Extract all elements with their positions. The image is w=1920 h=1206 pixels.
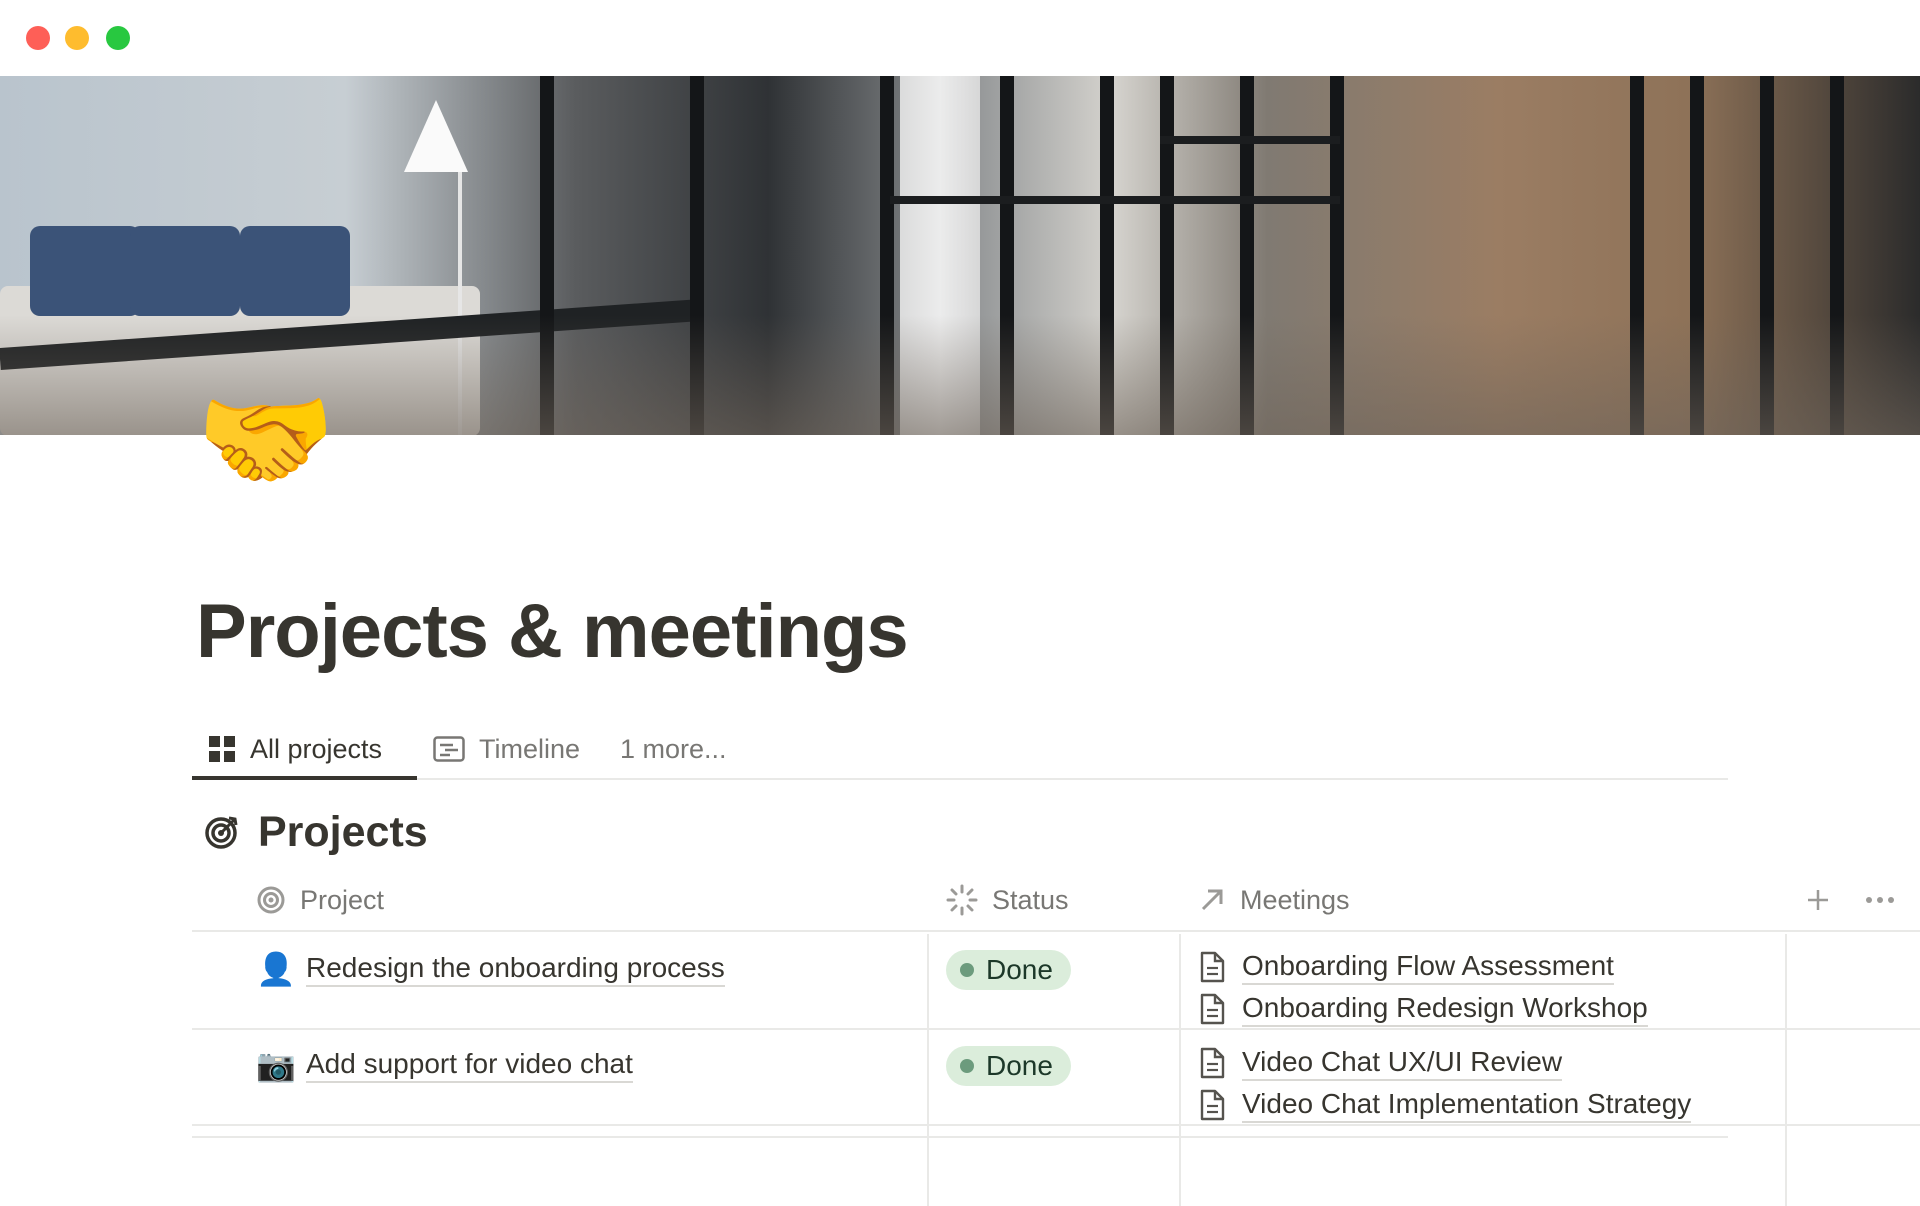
tab-label: All projects (250, 733, 383, 764)
timeline-icon (433, 736, 465, 762)
minimize-window-button[interactable] (65, 26, 89, 50)
arrow-up-right-icon (1198, 886, 1226, 914)
database-title[interactable]: Projects (204, 804, 428, 860)
page-title[interactable]: Projects & meetings (196, 588, 909, 675)
maximize-window-button[interactable] (106, 26, 130, 50)
document-icon (1198, 1047, 1226, 1079)
column-label: Meetings (1240, 884, 1350, 915)
status-label: Done (986, 954, 1053, 985)
target-icon (256, 885, 286, 915)
table-row[interactable]: 👤 Redesign the onboarding process Done O… (192, 934, 1920, 1030)
view-tabs: All projects Timeline 1 more... (192, 718, 1728, 780)
plus-icon (1808, 890, 1828, 910)
meeting-title: Video Chat Implementation Strategy (1242, 1088, 1692, 1123)
close-window-button[interactable] (26, 26, 50, 50)
table-bottom-border (192, 1136, 1728, 1138)
document-icon (1198, 951, 1226, 983)
ellipsis-icon (1866, 897, 1894, 903)
status-dot-icon (960, 1059, 974, 1073)
column-label: Status (992, 884, 1069, 915)
meeting-link[interactable]: Onboarding Redesign Workshop (1198, 988, 1648, 1030)
column-header-project[interactable]: Project (256, 868, 384, 932)
meeting-title: Onboarding Redesign Workshop (1242, 992, 1648, 1027)
table-row[interactable]: 📷 Add support for video chat Done Video … (192, 1030, 1920, 1126)
column-header-status[interactable]: Status (946, 868, 1069, 932)
project-cell[interactable]: 📷 Add support for video chat (256, 1046, 633, 1084)
meetings-cell: Video Chat UX/UI Review Video Chat Imple… (1198, 1042, 1692, 1126)
tab-all-projects[interactable]: All projects (208, 718, 382, 780)
document-icon (1198, 1089, 1226, 1121)
page-emoji-icon[interactable]: 🤝 (196, 380, 356, 500)
document-icon (1198, 993, 1226, 1025)
status-badge[interactable]: Done (946, 950, 1071, 990)
person-icon: 👤 (256, 951, 296, 987)
column-label: Project (300, 884, 385, 915)
add-property-button[interactable] (1800, 882, 1836, 918)
database-title-label: Projects (258, 807, 428, 856)
meeting-title: Video Chat UX/UI Review (1242, 1046, 1563, 1081)
meeting-link[interactable]: Video Chat UX/UI Review (1198, 1042, 1691, 1084)
active-tab-indicator (192, 776, 417, 780)
project-cell[interactable]: 👤 Redesign the onboarding process (256, 950, 725, 988)
camera-icon: 📷 (256, 1047, 296, 1083)
status-dot-icon (960, 963, 974, 977)
tab-timeline[interactable]: Timeline (433, 718, 580, 780)
window-titlebar (0, 0, 1920, 76)
loading-spinner-icon (946, 884, 978, 916)
grid-icon (208, 735, 236, 763)
target-icon (204, 814, 240, 850)
table-header: Project Status Meetings (192, 868, 1920, 932)
more-options-button[interactable] (1862, 882, 1898, 918)
tab-more-views[interactable]: 1 more... (620, 718, 727, 780)
meetings-cell: Onboarding Flow Assessment Onboarding Re… (1198, 946, 1648, 1030)
tab-label: Timeline (479, 733, 581, 764)
column-header-meetings[interactable]: Meetings (1198, 868, 1350, 932)
project-link[interactable]: Add support for video chat (306, 1048, 633, 1083)
project-link[interactable]: Redesign the onboarding process (306, 952, 725, 987)
meeting-link[interactable]: Video Chat Implementation Strategy (1198, 1084, 1692, 1126)
meeting-title: Onboarding Flow Assessment (1242, 950, 1614, 985)
status-badge[interactable]: Done (946, 1046, 1071, 1086)
status-label: Done (986, 1050, 1053, 1081)
meeting-link[interactable]: Onboarding Flow Assessment (1198, 946, 1648, 988)
tab-label: 1 more... (620, 733, 727, 764)
